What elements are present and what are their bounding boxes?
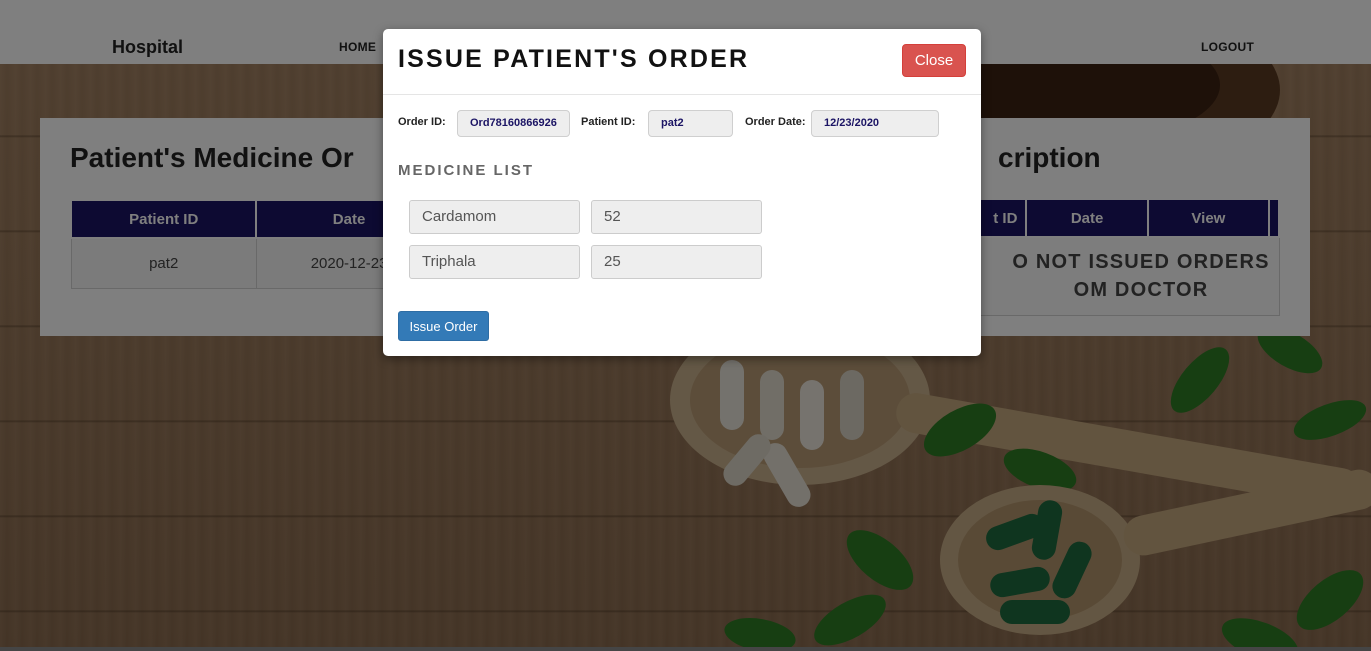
order-date-field[interactable]: 12/23/2020 xyxy=(811,110,939,137)
medicine-quantity-field[interactable]: 25 xyxy=(591,245,762,279)
issue-order-modal: ISSUE PATIENT'S ORDER Close Order ID: Or… xyxy=(383,29,981,356)
modal-title: ISSUE PATIENT'S ORDER xyxy=(398,45,750,73)
close-button[interactable]: Close xyxy=(902,44,966,77)
patient-id-label: Patient ID: xyxy=(581,116,636,128)
order-id-field[interactable]: Ord78160866926 xyxy=(457,110,570,137)
medicine-row: Triphala 25 xyxy=(409,245,762,279)
order-id-label: Order ID: xyxy=(398,116,446,128)
modal-header: ISSUE PATIENT'S ORDER Close xyxy=(383,29,981,95)
medicine-quantity-field[interactable]: 52 xyxy=(591,200,762,234)
medicine-name-field[interactable]: Cardamom xyxy=(409,200,580,234)
patient-id-field[interactable]: pat2 xyxy=(648,110,733,137)
medicine-row: Cardamom 52 xyxy=(409,200,762,234)
issue-order-button[interactable]: Issue Order xyxy=(398,311,489,341)
medicine-list-title: MEDICINE LIST xyxy=(398,162,535,179)
medicine-name-field[interactable]: Triphala xyxy=(409,245,580,279)
order-date-label: Order Date: xyxy=(745,116,806,128)
